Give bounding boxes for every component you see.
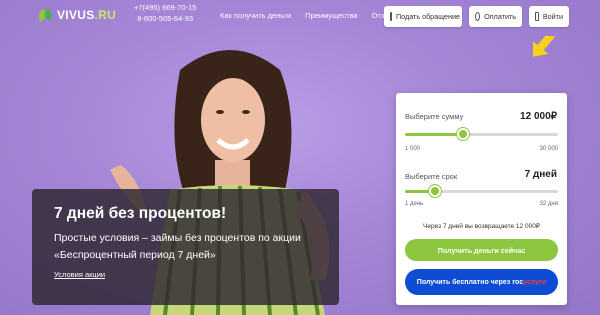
pointer-arrow-icon [533, 35, 556, 57]
promo-banner: 7 дней без процентов! Простые условия – … [32, 189, 339, 305]
gosuslugi-suffix: услуги [523, 278, 547, 286]
term-slider[interactable] [405, 185, 558, 197]
promo-line-1: Простые условия – займы без процентов по… [54, 232, 301, 244]
gosuslugi-button[interactable]: Получить бесплатно через гос услуги [405, 269, 558, 295]
gosuslugi-prefix: Получить бесплатно через гос [416, 278, 524, 286]
term-min: 1 день [405, 201, 424, 207]
amount-slider-fill [405, 133, 464, 136]
nav-advantages[interactable]: Преимущества [305, 11, 357, 20]
promo-terms-link[interactable]: Условия акции [54, 270, 105, 279]
amount-min: 1 000 [405, 146, 421, 152]
amount-slider[interactable] [405, 128, 558, 140]
submit-appeal-label: Подать обращение [396, 12, 460, 21]
main-nav: Как получить деньги Преимущества Отзывы [220, 11, 399, 20]
promo-title: 7 дней без процентов! [54, 205, 227, 222]
pay-button[interactable]: Оплатить [469, 6, 522, 27]
logo-suffix: .RU [94, 8, 117, 22]
site-logo[interactable]: VIVUS.RU [36, 7, 117, 23]
term-value: 7 дней [524, 169, 557, 180]
phone-1[interactable]: +7(495) 669-70-15 [134, 2, 196, 13]
contact-phones: +7(495) 669-70-15 8-800-505-64-93 [134, 2, 196, 24]
login-label: Войти [542, 12, 563, 21]
amount-value: 12 000₽ [520, 111, 557, 122]
repay-summary: Через 7 дней вы возвращаете 12 000₽ [423, 223, 540, 230]
site-header: VIVUS.RU +7(495) 669-70-15 8-800-505-64-… [0, 0, 600, 34]
amount-label: Выберите сумму [405, 112, 464, 121]
logo-brand: VIVUS [57, 8, 95, 22]
term-label: Выберите срок [405, 172, 458, 181]
loan-calculator: Выберите сумму 12 000₽ 1 000 30 000 Выбе… [396, 93, 567, 305]
term-max: 32 дня [539, 201, 558, 207]
pay-label: Оплатить [484, 12, 516, 21]
amount-slider-thumb[interactable] [457, 128, 470, 140]
document-icon [390, 12, 392, 21]
search-money-icon [475, 12, 481, 21]
amount-max: 30 000 [539, 146, 558, 152]
nav-how-to-get-money[interactable]: Как получить деньги [220, 11, 291, 20]
phone-2[interactable]: 8-800-505-64-93 [134, 13, 196, 24]
get-money-button[interactable]: Получить деньги сейчас [405, 239, 558, 261]
login-icon [535, 12, 539, 21]
term-slider-thumb[interactable] [428, 185, 441, 197]
login-button[interactable]: Войти [529, 6, 569, 27]
submit-appeal-button[interactable]: Подать обращение [384, 6, 462, 27]
leaf-logo-icon [36, 7, 54, 23]
promo-line-2: «Беспроцентный период 7 дней» [54, 249, 216, 261]
